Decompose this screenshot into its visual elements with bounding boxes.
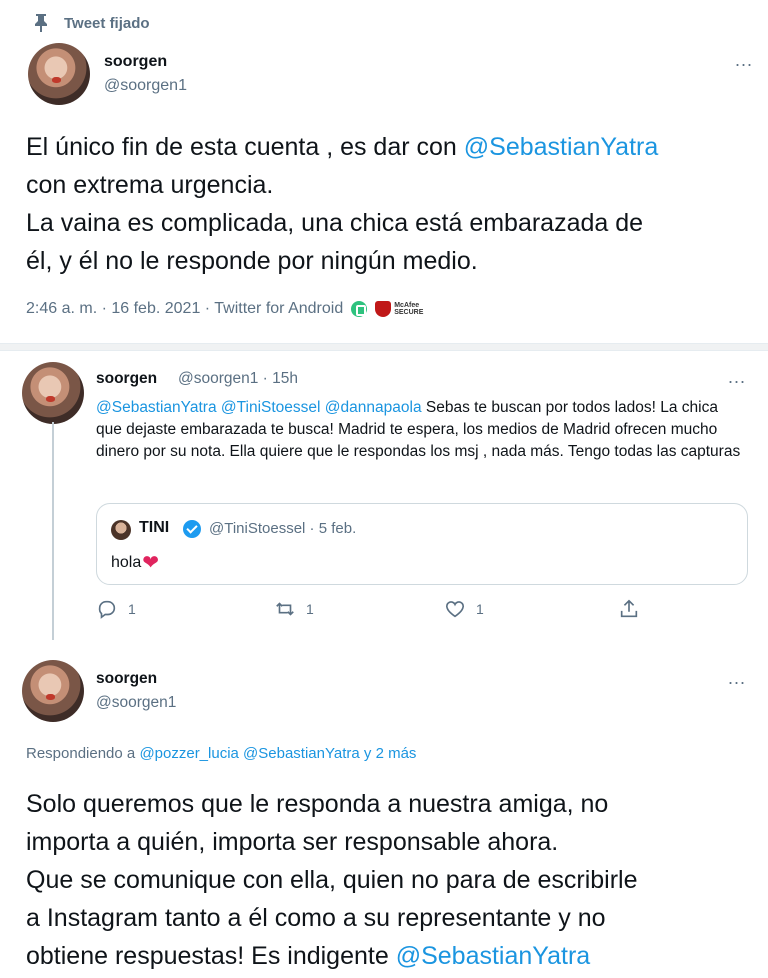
more-options-icon[interactable]: ... [728, 367, 746, 388]
pinned-tweet[interactable]: Tweet fijado soorgen @soorgen1 ... El ún… [0, 0, 768, 343]
tweet-text-segment: obtiene respuestas! Es indigente [26, 942, 396, 970]
tweet-text-line: con extrema urgencia. [26, 171, 274, 199]
mention-link[interactable]: @SebastianYatra [96, 399, 217, 416]
retweet-count: 1 [306, 601, 314, 617]
tweet-actions: 1 1 1 [96, 598, 656, 622]
tweet-text-segment: El único fin de esta cuenta , es dar con [26, 133, 464, 161]
reply-count: 1 [128, 601, 136, 617]
thread-line [52, 422, 54, 640]
tweet-meta: 2:46 a. m. · 16 feb. 2021 · Twitter for … [26, 300, 423, 318]
tweet-text-line: importa a quién, importa ser responsable… [26, 828, 559, 856]
replying-more-link[interactable]: y 2 más [360, 745, 417, 762]
share-button[interactable] [618, 598, 640, 620]
replying-mentions[interactable]: @pozzer_lucia @SebastianYatra [139, 745, 359, 762]
avatar[interactable] [28, 43, 90, 105]
quoted-display-name: TINI [139, 519, 170, 536]
like-count: 1 [476, 601, 484, 617]
retweet-button[interactable]: 1 [274, 598, 314, 620]
mention-link[interactable]: @SebastianYatra [464, 133, 658, 161]
avatar[interactable] [22, 362, 84, 424]
tweet-text-line: Que se comunique con ella, quien no para… [26, 866, 638, 894]
user-handle[interactable]: @soorgen1 [104, 77, 187, 95]
mention-link[interactable]: @TiniStoessel [221, 399, 321, 416]
quoted-handle-time: @TiniStoessel · 5 feb. [209, 520, 357, 537]
lock-badge-icon [351, 301, 368, 317]
tweet-text-line: él, y él no le responde por ningún medio… [26, 247, 478, 275]
more-options-icon[interactable]: ... [728, 668, 746, 689]
reply-button[interactable]: 1 [96, 598, 136, 620]
avatar[interactable] [22, 660, 84, 722]
tweet-text: El único fin de esta cuenta , es dar con… [26, 128, 756, 280]
replying-to: Respondiendo a @pozzer_lucia @SebastianY… [26, 745, 416, 762]
display-name[interactable]: soorgen [96, 670, 157, 688]
share-icon [620, 599, 638, 618]
quoted-text: hola ❤ [111, 550, 159, 575]
mcafee-shield-icon [375, 301, 392, 317]
user-handle-time[interactable]: @soorgen1 · 15h [178, 370, 298, 388]
pinned-label: Tweet fijado [64, 14, 150, 32]
section-divider [0, 343, 768, 351]
tweet-text-line: Solo queremos que le responda a nuestra … [26, 790, 609, 818]
mcafee-label: SECURE [394, 309, 424, 316]
display-name[interactable]: soorgen [96, 370, 157, 388]
user-handle[interactable]: @soorgen1 [96, 694, 176, 712]
replying-prefix: Respondiendo a [26, 745, 140, 762]
quoted-avatar [111, 520, 131, 540]
tweet-text-line: La vaina es complicada, una chica está e… [26, 209, 644, 237]
like-button[interactable]: 1 [444, 598, 484, 620]
more-options-icon[interactable]: ... [735, 50, 753, 71]
pin-icon [35, 14, 47, 32]
display-name[interactable]: soorgen [104, 53, 167, 71]
retweet-icon [276, 602, 294, 616]
tweet-text: Solo queremos que le responda a nuestra … [26, 785, 756, 975]
mention-link[interactable]: @SebastianYatra [396, 942, 590, 970]
mcafee-secure-badge: McAfee SECURE [375, 301, 423, 317]
mention-link[interactable]: @dannapaola [325, 399, 422, 416]
tweet-text-line: a Instagram tanto a él como a su represe… [26, 904, 606, 932]
quoted-tweet[interactable]: TINI @TiniStoessel · 5 feb. hola ❤ [96, 503, 748, 585]
pinned-indicator: Tweet fijado [34, 14, 150, 32]
tweet-text: @SebastianYatra @TiniStoessel @dannapaol… [96, 397, 746, 463]
verified-badge-icon [183, 520, 201, 538]
heart-emoji: ❤ [142, 552, 160, 574]
quoted-text-content: hola [111, 553, 142, 571]
mcafee-label: McAfee [394, 302, 420, 309]
timestamp-source[interactable]: 2:46 a. m. · 16 feb. 2021 · Twitter for … [26, 300, 343, 318]
reply-icon [98, 600, 116, 619]
like-icon [445, 601, 465, 618]
